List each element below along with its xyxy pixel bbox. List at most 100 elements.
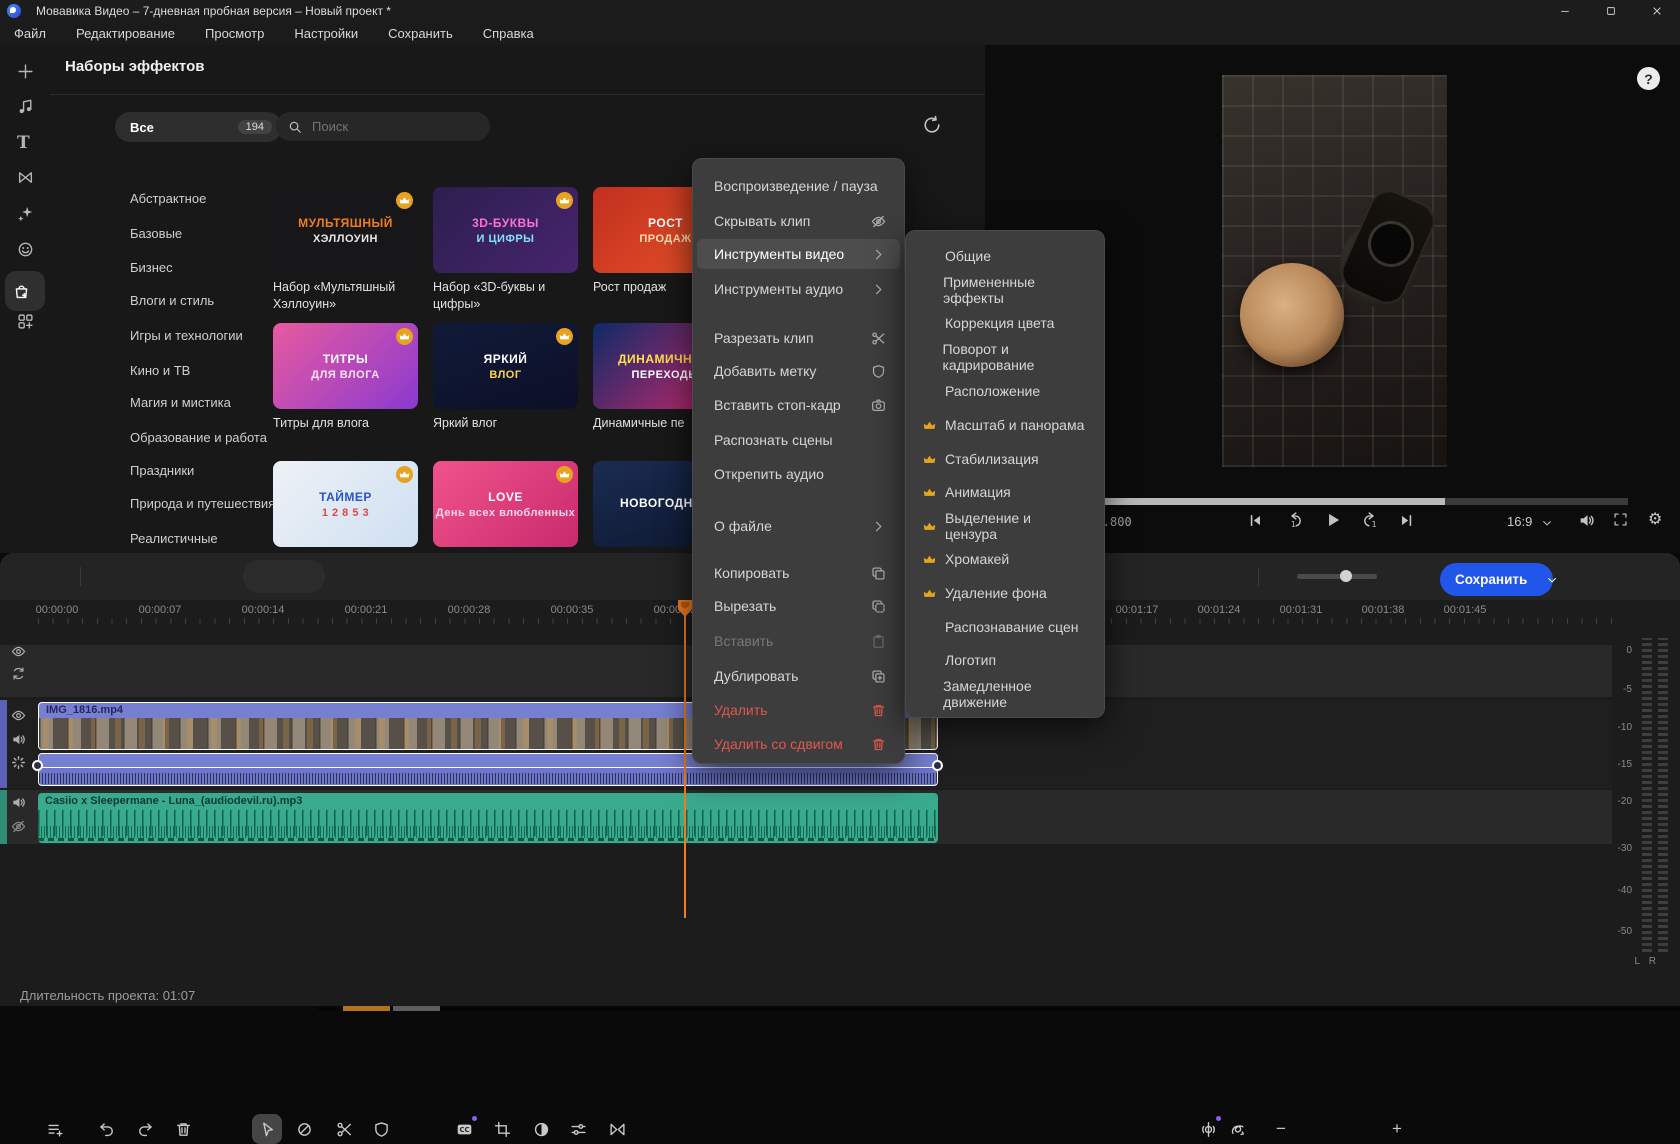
search-box[interactable] <box>276 112 490 141</box>
videotools-item-14[interactable]: Замедленное движение <box>910 679 1100 709</box>
contextmenu-item-7[interactable]: Вставить стоп-кадр <box>697 390 900 420</box>
category-item-7[interactable]: Магия и мистика <box>115 387 282 417</box>
trackheader-video-visibility-icon[interactable] <box>11 708 26 723</box>
ruler-label[interactable]: 00:01:38 <box>1362 604 1405 616</box>
toolbar-linking-button[interactable] <box>1222 1114 1252 1144</box>
audio-clip[interactable]: Casiio x Sleepermane - Luna_(audiodevil.… <box>38 793 938 843</box>
trackheader-video-loading-icon[interactable] <box>11 755 26 770</box>
menubar-item-4[interactable]: Настройки <box>294 26 358 41</box>
toolbar-crop-button[interactable] <box>487 1114 517 1144</box>
playhead-line[interactable] <box>684 600 686 918</box>
ruler-label[interactable]: 00:01:17 <box>1116 604 1159 616</box>
zoom-slider-track[interactable] <box>1297 574 1377 579</box>
videotools-item-10[interactable]: Хромакей <box>910 544 1100 574</box>
skip-start-button[interactable] <box>1248 513 1263 528</box>
category-item-8[interactable]: Образование и работа <box>115 422 282 452</box>
frame-forward-button[interactable]: 1 <box>1362 511 1380 529</box>
toolbar-color-adjust-button[interactable] <box>526 1114 556 1144</box>
toolbar-magnet-tool-button[interactable] <box>289 1114 319 1144</box>
toolbar-subtitles-button[interactable]: CC <box>449 1114 479 1144</box>
menubar-item-6[interactable]: Справка <box>483 26 534 41</box>
zoom-slider-handle[interactable] <box>1340 570 1352 582</box>
category-item-1[interactable]: Абстрактное <box>115 183 282 213</box>
ruler-label[interactable]: 00:00:00 <box>36 604 79 616</box>
videotools-item-11[interactable]: Удаление фона <box>910 578 1100 608</box>
ruler-label[interactable]: 00:00:35 <box>551 604 594 616</box>
videotools-item-12[interactable]: Распознавание сцен <box>910 612 1100 642</box>
menubar-item-5[interactable]: Сохранить <box>388 26 453 41</box>
ruler-label[interactable]: 00:01:24 <box>1198 604 1241 616</box>
contextmenu-item-6[interactable]: Добавить метку <box>697 356 900 386</box>
skip-end-button[interactable] <box>1399 513 1414 528</box>
videotools-item-6[interactable]: Масштаб и панорама <box>910 410 1100 440</box>
envelope-handle-right[interactable] <box>932 760 943 771</box>
category-item-10[interactable]: Природа и путешествия <box>115 488 282 518</box>
play-button[interactable] <box>1324 511 1342 529</box>
zoom-in-button[interactable]: + <box>1382 1114 1412 1144</box>
trackheader-visibility-icon[interactable] <box>11 644 26 659</box>
volume-icon[interactable] <box>1578 512 1595 529</box>
trackheader-audio-mute-icon[interactable] <box>11 795 26 810</box>
rail-titles-icon[interactable]: T <box>17 133 30 153</box>
toolbar-delete-button[interactable] <box>168 1114 198 1144</box>
toolbar-redo-button[interactable] <box>130 1114 160 1144</box>
effect-card-halloween[interactable]: МУЛЬТЯШНЫЙХЭЛЛОУИН <box>273 187 418 273</box>
ruler-label[interactable]: 00:00:28 <box>448 604 491 616</box>
trackheader-video-mute-icon[interactable] <box>11 732 26 747</box>
toolbar-split-clip-button[interactable] <box>329 1114 359 1144</box>
rail-transitions-icon[interactable] <box>17 169 34 186</box>
player-settings-icon[interactable]: ⚙ <box>1648 509 1662 529</box>
toolbar-add-marker-button[interactable] <box>366 1114 396 1144</box>
videotools-item-8[interactable]: Анимация <box>910 477 1100 507</box>
contextmenu-item-4[interactable]: Инструменты аудио <box>697 274 900 304</box>
category-item-4[interactable]: Влоги и стиль <box>115 285 282 315</box>
menubar-item-2[interactable]: Редактирование <box>76 26 175 41</box>
effect-card-vlogtitles[interactable]: ТИТРЫДЛЯ ВЛОГА <box>273 323 418 409</box>
effect-card-timer[interactable]: ТАЙМЕР1 2 8 5 3 <box>273 461 418 547</box>
toolbar-add-track-button[interactable] <box>40 1114 70 1144</box>
videotools-item-1[interactable]: Общие <box>910 241 1100 271</box>
maximize-button[interactable] <box>1588 0 1634 22</box>
trackheader-link-icon[interactable] <box>11 666 26 681</box>
help-button[interactable]: ? <box>1637 67 1660 90</box>
minimize-button[interactable] <box>1542 0 1588 22</box>
videotools-item-3[interactable]: Коррекция цвета <box>910 308 1100 338</box>
ruler-label[interactable]: 00:01:45 <box>1444 604 1487 616</box>
zoom-out-button[interactable]: − <box>1266 1114 1296 1144</box>
category-item-5[interactable]: Игры и технологии <box>115 320 282 350</box>
bottom-scrollbar-thumb[interactable] <box>343 1006 390 1011</box>
category-all[interactable]: Все194 <box>115 112 282 142</box>
contextmenu-item-1[interactable]: Воспроизведение / пауза <box>697 171 900 201</box>
rail-more-tools-icon[interactable] <box>17 313 34 330</box>
toolbar-transition-button[interactable] <box>602 1114 632 1144</box>
aspect-ratio-value[interactable]: 16:9 <box>1507 514 1532 529</box>
bottom-scrollbar[interactable] <box>318 1006 1680 1011</box>
videotools-item-9[interactable]: Выделение и цензура <box>910 511 1100 541</box>
contextmenu-item-12[interactable]: Вырезать <box>697 591 900 621</box>
menubar-item-3[interactable]: Просмотр <box>205 26 264 41</box>
toolbar-undo-button[interactable] <box>91 1114 121 1144</box>
seek-bar[interactable] <box>1037 498 1628 505</box>
contextmenu-item-16[interactable]: Удалить со сдвигом <box>697 729 900 759</box>
trackheader-audio-hidden-icon[interactable] <box>11 819 26 834</box>
videotools-item-13[interactable]: Логотип <box>910 645 1100 675</box>
menubar-item-1[interactable]: Файл <box>14 26 46 41</box>
contextmenu-item-15[interactable]: Удалить <box>697 695 900 725</box>
contextmenu-item-3[interactable]: Инструменты видео <box>697 239 900 269</box>
contextmenu-item-8[interactable]: Распознать сцены <box>697 425 900 455</box>
contextmenu-item-5[interactable]: Разрезать клип <box>697 323 900 353</box>
effect-card-brightvlog[interactable]: ЯРКИЙВЛОГ <box>433 323 578 409</box>
ruler-label[interactable]: 00:01:31 <box>1280 604 1323 616</box>
search-input[interactable] <box>310 118 474 135</box>
rail-stickers-icon[interactable] <box>17 241 34 258</box>
rail-audio-icon[interactable] <box>17 98 34 115</box>
ruler-label[interactable]: 00:00:07 <box>139 604 182 616</box>
videotools-item-7[interactable]: Стабилизация <box>910 444 1100 474</box>
ruler-label[interactable]: 00:00:14 <box>242 604 285 616</box>
close-button[interactable] <box>1634 0 1680 22</box>
contextmenu-item-10[interactable]: О файле <box>697 511 900 541</box>
category-item-9[interactable]: Праздники <box>115 455 282 485</box>
save-dropdown-chevron-icon[interactable] <box>1546 574 1558 586</box>
chevron-down-icon[interactable] <box>1541 517 1553 529</box>
contextmenu-item-2[interactable]: Скрывать клип <box>697 206 900 236</box>
